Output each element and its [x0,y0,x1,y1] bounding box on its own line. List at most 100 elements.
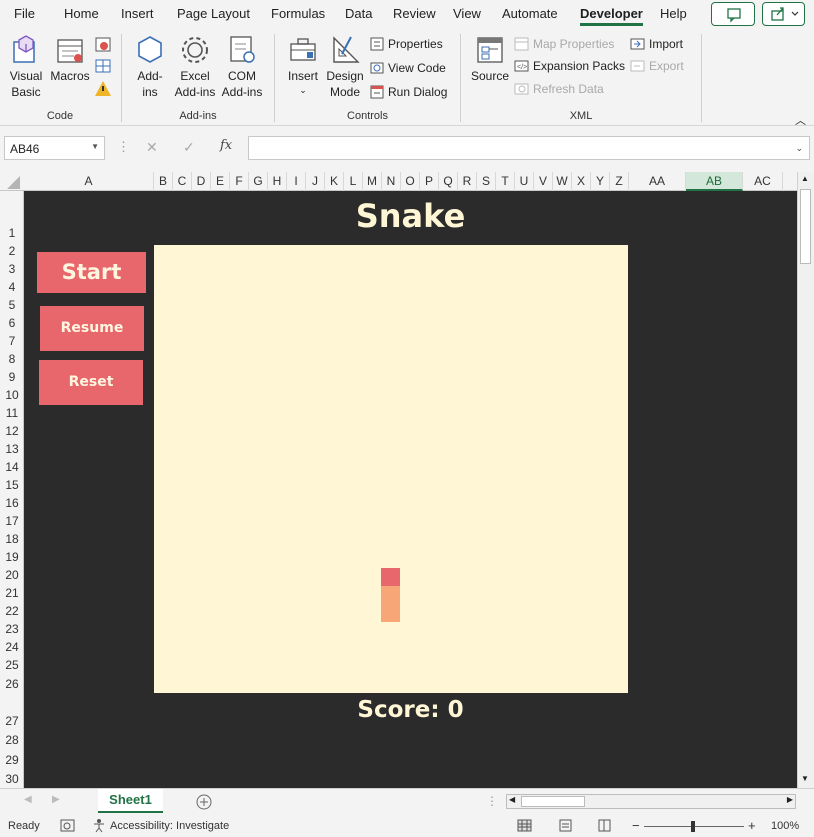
expansion-packs-button[interactable]: </> Expansion Packs [514,59,625,73]
row-header-20[interactable]: 20 [0,568,24,582]
horizontal-scroll-thumb[interactable] [521,796,585,807]
macros-button[interactable]: Macros [48,34,92,84]
tab-view[interactable]: View [453,6,481,21]
row-header-15[interactable]: 15 [0,478,24,492]
scroll-up-icon[interactable]: ▲ [801,174,809,183]
cancel-icon[interactable]: ✕ [146,139,158,156]
tab-developer[interactable]: Developer [580,6,643,26]
tab-review[interactable]: Review [393,6,436,21]
row-header-17[interactable]: 17 [0,514,24,528]
design-mode-button[interactable]: Design Mode [325,34,365,100]
comments-button[interactable] [711,2,755,26]
row-header-19[interactable]: 19 [0,550,24,564]
tab-insert[interactable]: Insert [121,6,154,21]
tab-data[interactable]: Data [345,6,372,21]
column-header-y[interactable]: Y [591,172,610,191]
splitter-icon[interactable]: ⋮ [486,794,498,808]
view-code-button[interactable]: View Code [370,61,446,75]
refresh-data-button[interactable]: Refresh Data [514,82,604,96]
sheet-tab-sheet1[interactable]: Sheet1 [98,789,163,813]
row-header-28[interactable]: 28 [0,733,24,747]
accessibility-icon[interactable] [92,818,107,833]
reset-button[interactable]: Reset [39,360,143,405]
com-addins-button[interactable]: COM Add-ins [219,34,265,100]
row-header-30[interactable]: 30 [0,772,24,786]
next-sheet-icon[interactable]: ▶ [52,794,60,805]
row-header-5[interactable]: 5 [0,298,24,312]
column-header-q[interactable]: Q [439,172,458,191]
column-header-c[interactable]: C [173,172,192,191]
row-header-9[interactable]: 9 [0,370,24,384]
column-header-k[interactable]: K [325,172,344,191]
column-header-s[interactable]: S [477,172,496,191]
macro-recording-icon[interactable] [60,819,75,832]
row-header-14[interactable]: 14 [0,460,24,474]
chevron-down-icon[interactable]: ▼ [91,142,99,151]
add-sheet-icon[interactable] [195,793,213,811]
row-header-8[interactable]: 8 [0,352,24,366]
column-header-o[interactable]: O [401,172,420,191]
chevron-down-icon[interactable]: ⌄ [795,143,803,154]
column-header-r[interactable]: R [458,172,477,191]
row-header-1[interactable]: 1 [0,226,24,240]
row-header-2[interactable]: 2 [0,244,24,258]
column-header-v[interactable]: V [534,172,553,191]
row-header-7[interactable]: 7 [0,334,24,348]
tab-formulas[interactable]: Formulas [271,6,325,21]
formula-input[interactable]: ⌄ [248,136,810,160]
tab-home[interactable]: Home [64,6,99,21]
tab-help[interactable]: Help [660,6,687,21]
select-all-icon[interactable] [6,176,20,189]
row-header-24[interactable]: 24 [0,640,24,654]
check-icon[interactable]: ✓ [183,139,195,156]
column-header-h[interactable]: H [268,172,287,191]
column-header-f[interactable]: F [230,172,249,191]
addins-button[interactable]: Add-ins [131,34,169,100]
row-header-21[interactable]: 21 [0,586,24,600]
row-header-27[interactable]: 27 [0,714,24,728]
row-header-11[interactable]: 11 [0,406,24,420]
excel-addins-button[interactable]: Excel Add-ins [172,34,218,100]
row-header-16[interactable]: 16 [0,496,24,510]
column-header-aa[interactable]: AA [629,172,686,191]
zoom-in-icon[interactable]: + [748,818,756,833]
function-icon[interactable]: fx [220,138,232,153]
zoom-level[interactable]: 100% [771,820,799,832]
scroll-down-icon[interactable]: ▼ [801,774,809,783]
row-header-4[interactable]: 4 [0,280,24,294]
horizontal-scrollbar[interactable]: ◀ ▶ [506,794,796,809]
scroll-left-icon[interactable]: ◀ [509,795,515,804]
column-header-i[interactable]: I [287,172,306,191]
accessibility-status[interactable]: Accessibility: Investigate [110,820,229,832]
export-button[interactable]: Export [630,59,684,73]
start-button[interactable]: Start [37,252,146,293]
xml-source-button[interactable]: Source [470,34,510,84]
vertical-scroll-thumb[interactable] [800,189,811,264]
row-header-6[interactable]: 6 [0,316,24,330]
tab-page-layout[interactable]: Page Layout [177,6,250,21]
column-header-e[interactable]: E [211,172,230,191]
normal-view-icon[interactable] [517,818,532,833]
row-header-23[interactable]: 23 [0,622,24,636]
visual-basic-button[interactable]: Visual Basic [6,34,46,100]
run-dialog-button[interactable]: Run Dialog [370,85,447,99]
row-header-12[interactable]: 12 [0,424,24,438]
row-header-22[interactable]: 22 [0,604,24,618]
zoom-out-icon[interactable]: − [632,818,640,833]
import-button[interactable]: Import [630,37,683,51]
tab-automate[interactable]: Automate [502,6,558,21]
prev-sheet-icon[interactable]: ◀ [24,794,32,805]
column-header-n[interactable]: N [382,172,401,191]
column-header-d[interactable]: D [192,172,211,191]
column-header-m[interactable]: M [363,172,382,191]
column-header-u[interactable]: U [515,172,534,191]
resume-button[interactable]: Resume [40,306,144,351]
column-header-ab[interactable]: AB [686,172,743,191]
column-header-l[interactable]: L [344,172,363,191]
column-header-z[interactable]: Z [610,172,629,191]
column-header-x[interactable]: X [572,172,591,191]
row-header-29[interactable]: 29 [0,753,24,767]
column-header-p[interactable]: P [420,172,439,191]
row-header-3[interactable]: 3 [0,262,24,276]
row-header-25[interactable]: 25 [0,658,24,672]
